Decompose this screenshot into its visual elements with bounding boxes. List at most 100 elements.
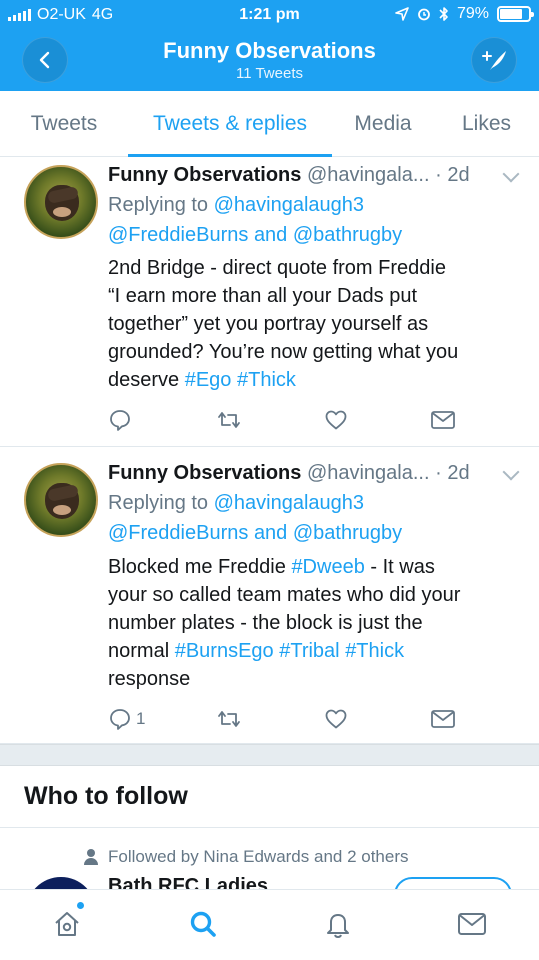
reply-count: 1 [136,709,146,728]
section-divider [0,744,539,766]
like-button[interactable] [324,706,348,732]
tab-tweets[interactable]: Tweets [0,91,128,157]
top-bar: O2-UK 4G 1:21 pm 79% Funny Observations … [0,0,539,91]
followed-by-text: Followed by Nina Edwards and 2 others [108,847,409,866]
mention-link[interactable]: @bathrugby [293,224,402,246]
follow-button[interactable] [394,877,512,889]
home-icon [55,912,79,936]
battery-icon [497,6,534,22]
reply-icon [110,709,130,730]
avatar[interactable] [26,877,96,889]
tweet-line: 2nd Bridge - direct quote from Freddie [108,257,446,279]
chevron-down-icon[interactable] [502,463,520,481]
hashtag-link[interactable]: #Dweeb [291,556,364,578]
tweet-text: 2nd Bridge - direct quote from Freddie “… [108,254,518,394]
tweet-actions: 1 [108,706,458,732]
nav-search[interactable] [183,904,223,944]
battery-fill [500,9,522,19]
mention-link[interactable]: @havingalaugh3 [214,492,364,514]
like-button[interactable] [324,407,348,433]
author-name[interactable]: Funny Observations [108,462,301,484]
mail-icon [431,710,455,728]
tab-likes[interactable]: Likes [434,91,539,157]
hashtag-link[interactable]: #BurnsEgo [175,640,274,662]
tweet-card[interactable]: Funny Observations @havingala... · 2d Re… [0,157,539,447]
page-title: Funny Observations [163,38,376,63]
reply-icon [110,410,130,431]
nav-home[interactable] [47,904,87,944]
tweet-time: · 2d [435,462,470,484]
tweet-header: Funny Observations @havingala... · 2d [108,164,470,187]
direct-message-button[interactable] [430,407,456,433]
notification-dot [77,902,84,909]
tab-tweets-and-replies[interactable]: Tweets & replies [128,91,332,157]
person-icon [84,849,98,865]
suggested-account[interactable]: Followed by Nina Edwards and 2 others Ba… [0,829,539,889]
direct-message-button[interactable] [430,706,456,732]
hashtag-link[interactable]: #Ego [185,369,232,391]
tweet-line: “I earn more than all your Dads put [108,285,418,307]
replying-to: Replying to @havingalaugh3 @FreddieBurns… [108,190,518,250]
retweet-button[interactable] [216,706,242,732]
chevron-down-icon[interactable] [502,165,520,183]
tweet-line: your so called team mates who did your [108,584,461,606]
nav-notifications[interactable] [318,904,358,944]
avatar[interactable] [24,165,98,239]
reply-button[interactable]: 1 [108,706,145,732]
status-bar: O2-UK 4G 1:21 pm 79% [0,0,539,30]
tweet-header: Funny Observations @havingala... · 2d [108,462,470,485]
tweet-line: response [108,668,191,690]
tweet-line: together” yet you portray yourself as [108,313,429,335]
replying-to-label: Replying to [108,492,209,514]
replying-to-label: Replying to [108,194,209,216]
hashtag-link[interactable]: #Thick [345,640,404,662]
tweet-line: normal #BurnsEgo #Tribal #Thick [108,637,518,665]
battery-percent: 79% [456,5,489,22]
mention-link[interactable]: @FreddieBurns [108,224,248,246]
alarm-icon [418,8,430,21]
mention-and: and [253,522,288,544]
bottom-nav [0,889,539,960]
author-handle[interactable]: @havingala... [307,164,430,186]
tweet-card[interactable]: Funny Observations @havingala... · 2d Re… [0,447,539,744]
avatar[interactable] [24,463,98,537]
suggested-account-name[interactable]: Bath RFC Ladies [108,875,268,889]
heart-icon [325,410,347,430]
compose-tweet-button[interactable] [471,37,517,83]
tweet-line-text: Blocked me Freddie [108,556,286,578]
hashtag-link[interactable]: #Tribal [279,640,339,662]
retweet-icon [218,711,240,727]
followed-by: Followed by Nina Edwards and 2 others [84,847,409,867]
compose-tweet-icon [482,51,506,70]
tweet-line: Blocked me Freddie #Dweeb - It was [108,553,518,581]
author-handle[interactable]: @havingala... [307,462,430,484]
reply-button[interactable] [108,407,136,433]
mail-icon [458,913,486,935]
mention-link[interactable]: @bathrugby [293,522,402,544]
replying-to: Replying to @havingalaugh3 @FreddieBurns… [108,488,518,548]
who-to-follow-header: Who to follow [0,766,539,828]
mention-link[interactable]: @havingalaugh3 [214,194,364,216]
tweet-line: deserve #Ego #Thick [108,366,518,394]
tweet-time: · 2d [435,164,470,186]
tab-media[interactable]: Media [332,91,434,157]
tweet-line-text: normal [108,640,170,662]
mention-link[interactable]: @FreddieBurns [108,522,248,544]
nav-messages[interactable] [452,904,492,944]
tweet-line: grounded? You’re now getting what you [108,341,459,363]
bell-icon [327,914,349,939]
mention-and: and [253,224,288,246]
tweet-count: 11 Tweets [236,65,303,82]
tweet-line-text: deserve [108,369,180,391]
hashtag-link[interactable]: #Thick [237,369,296,391]
tweet-text: Blocked me Freddie #Dweeb - It was your … [108,553,518,693]
retweet-icon [218,412,240,428]
location-icon [395,7,409,21]
tweet-line-text: - It was [370,556,435,578]
status-right: 79% [395,5,534,23]
tweet-line: number plates - the block is just the [108,612,423,634]
author-name[interactable]: Funny Observations [108,164,301,186]
retweet-button[interactable] [216,407,242,433]
tweet-actions [108,407,458,433]
search-icon [190,911,216,937]
